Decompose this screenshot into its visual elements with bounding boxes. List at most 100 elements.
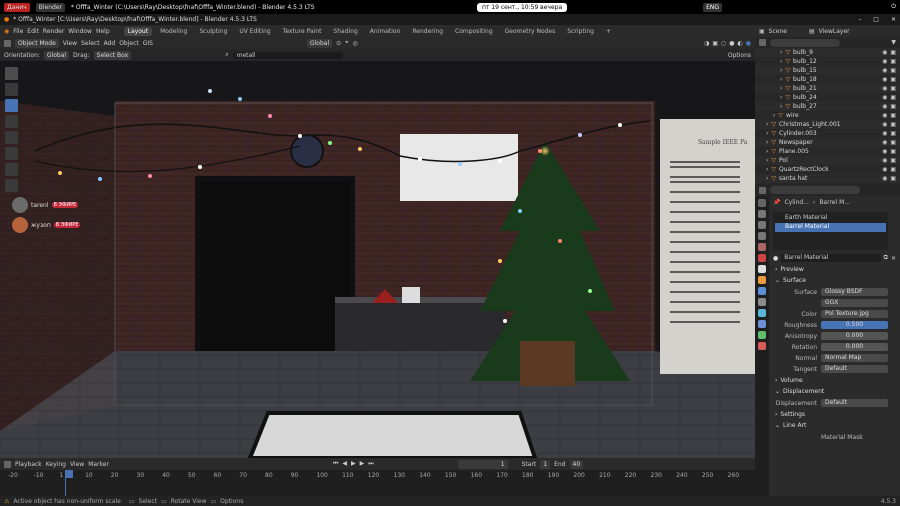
color-texture-link[interactable]: Pol Texture.jpg — [821, 310, 888, 318]
editor-type-icon[interactable] — [4, 39, 11, 47]
maximize-icon[interactable]: □ — [873, 16, 879, 23]
object-tab-icon[interactable] — [758, 276, 766, 284]
displacement-panel[interactable]: ⌄ Displacement — [769, 386, 900, 397]
visibility-eye-icon[interactable]: ◉ — [882, 94, 887, 101]
cursor-tool-icon[interactable] — [5, 83, 18, 96]
transform-tool-icon[interactable] — [5, 147, 18, 160]
menu-help[interactable]: Help — [96, 28, 110, 35]
pivot-icon[interactable]: ⊙ — [336, 40, 341, 47]
render-camera-icon[interactable]: ▣ — [890, 166, 896, 173]
menu-file[interactable]: File — [13, 28, 23, 35]
preview-panel[interactable]: › Preview — [769, 264, 900, 275]
visibility-eye-icon[interactable]: ◉ — [882, 103, 887, 110]
start-frame-field[interactable]: 1 — [540, 459, 551, 469]
outliner-row[interactable]: › ▽ Plane.005 ◉ ▣ — [755, 147, 900, 156]
outliner-search[interactable] — [770, 38, 840, 47]
taskbar-app-danich[interactable]: Данич — [4, 2, 30, 12]
tangent-input[interactable]: Default — [821, 365, 888, 373]
visibility-eye-icon[interactable]: ◉ — [882, 76, 887, 83]
render-tab-icon[interactable] — [758, 210, 766, 218]
menu-view[interactable]: View — [63, 40, 77, 47]
shading-wire-icon[interactable]: ○ — [721, 40, 726, 47]
shading-solid-icon[interactable]: ● — [729, 40, 734, 47]
minimize-icon[interactable]: – — [858, 16, 861, 23]
disclosure-triangle-icon[interactable]: › — [780, 85, 782, 92]
visibility-eye-icon[interactable]: ◉ — [882, 58, 887, 65]
render-camera-icon[interactable]: ▣ — [890, 85, 896, 92]
distribution-select[interactable]: GGX — [821, 299, 888, 307]
overlay-icon[interactable]: ◑ — [704, 40, 709, 47]
add-workspace-button[interactable]: + — [602, 27, 615, 36]
shading-material-icon[interactable]: ◐ — [738, 40, 743, 47]
disclosure-triangle-icon[interactable]: › — [766, 121, 768, 128]
proportional-icon[interactable]: ◎ — [353, 40, 358, 47]
shading-rendered-icon[interactable]: ● — [746, 40, 751, 47]
xray-icon[interactable]: ▣ — [712, 40, 718, 47]
disclosure-triangle-icon[interactable]: › — [766, 157, 768, 164]
play-icon[interactable]: ▶ — [351, 460, 356, 468]
menu-select[interactable]: Select — [81, 40, 100, 47]
anisotropy-slider[interactable]: 0.000 — [821, 332, 888, 340]
material-mask-checkbox[interactable]: Material Mask — [821, 434, 863, 441]
taskbar-app-blender[interactable]: Blender — [35, 2, 65, 12]
disclosure-triangle-icon[interactable]: › — [766, 139, 768, 146]
render-camera-icon[interactable]: ▣ — [890, 67, 896, 74]
render-camera-icon[interactable]: ▣ — [890, 112, 896, 119]
disclosure-triangle-icon[interactable]: › — [780, 76, 782, 83]
disclosure-triangle-icon[interactable]: › — [780, 49, 782, 56]
move-tool-icon[interactable] — [5, 99, 18, 112]
material-slots-list[interactable]: Earth Material Barrel Material — [773, 212, 888, 250]
menu-render[interactable]: Render — [43, 28, 64, 35]
disclosure-triangle-icon[interactable]: › — [773, 112, 775, 119]
menu-timeline-view[interactable]: View — [70, 461, 84, 468]
particles-tab-icon[interactable] — [758, 298, 766, 306]
outliner-row[interactable]: › ▽ bulb_12 ◉ ▣ — [755, 57, 900, 66]
filter-icon[interactable]: ▼ — [891, 39, 896, 46]
disclosure-triangle-icon[interactable]: › — [780, 94, 782, 101]
world-tab-icon[interactable] — [758, 254, 766, 262]
material-slot-selected[interactable]: Barrel Material — [775, 223, 886, 232]
tab-geometry-nodes[interactable]: Geometry Nodes — [501, 27, 560, 36]
current-frame-field[interactable]: 1 — [457, 459, 508, 469]
tab-uv-editing[interactable]: UV Editing — [235, 27, 274, 36]
outliner-row[interactable]: › ▽ bulb_21 ◉ ▣ — [755, 84, 900, 93]
view-layer-tab-icon[interactable] — [758, 232, 766, 240]
menu-playback[interactable]: Playback — [15, 461, 42, 468]
menu-marker[interactable]: Marker — [88, 461, 109, 468]
viewport-search-input[interactable]: metall — [232, 51, 343, 59]
power-icon[interactable]: ⏻ — [891, 3, 896, 11]
outliner-row[interactable]: › ▽ QuartzRectClock ◉ ▣ — [755, 165, 900, 174]
roughness-slider[interactable]: 0.500 — [821, 321, 888, 329]
tool-tab-icon[interactable] — [758, 199, 766, 207]
render-camera-icon[interactable]: ▣ — [890, 157, 896, 164]
visibility-eye-icon[interactable]: ◉ — [882, 121, 887, 128]
prev-key-icon[interactable]: ◀ — [342, 460, 347, 468]
outliner-row[interactable]: › ▽ Pol ◉ ▣ — [755, 156, 900, 165]
annotate-tool-icon[interactable] — [5, 163, 18, 176]
blender-menu-icon[interactable]: ◉ — [4, 28, 9, 35]
select-tool-icon[interactable] — [5, 67, 18, 80]
jump-start-icon[interactable]: ⏮ — [333, 460, 338, 468]
settings-panel[interactable]: › Settings — [769, 409, 900, 420]
scale-tool-icon[interactable] — [5, 131, 18, 144]
rotate-tool-icon[interactable] — [5, 115, 18, 128]
visibility-eye-icon[interactable]: ◉ — [882, 148, 887, 155]
material-name-field[interactable]: Barrel Material — [781, 254, 881, 262]
data-tab-icon[interactable] — [758, 331, 766, 339]
tab-scripting[interactable]: Scripting — [563, 27, 598, 36]
render-camera-icon[interactable]: ▣ — [890, 103, 896, 110]
outliner-row[interactable]: › ▽ Cylinder.003 ◉ ▣ — [755, 129, 900, 138]
next-key-icon[interactable]: ▶ — [360, 460, 365, 468]
drag-select[interactable]: Select Box — [93, 50, 132, 60]
visibility-eye-icon[interactable]: ◉ — [882, 166, 887, 173]
playhead[interactable] — [65, 470, 73, 496]
normal-input-link[interactable]: Normal Map — [821, 354, 888, 362]
tab-animation[interactable]: Animation — [366, 27, 405, 36]
jump-end-icon[interactable]: ⏭ — [368, 460, 373, 468]
render-camera-icon[interactable]: ▣ — [890, 175, 896, 182]
properties-search[interactable] — [770, 186, 860, 194]
tab-compositing[interactable]: Compositing — [451, 27, 497, 36]
modifier-tab-icon[interactable] — [758, 287, 766, 295]
tab-sculpting[interactable]: Sculpting — [195, 27, 231, 36]
display-mode-icon[interactable] — [759, 39, 766, 46]
